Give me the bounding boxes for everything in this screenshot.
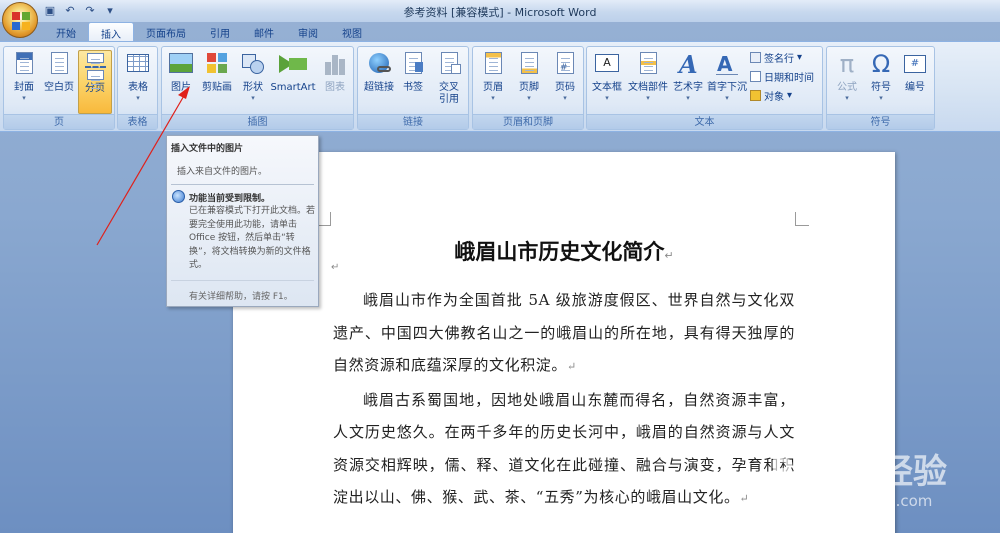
- chevron-down-icon: ▾: [605, 94, 609, 102]
- tab-references[interactable]: 引用: [198, 22, 242, 42]
- drop-cap-icon: A: [713, 50, 741, 80]
- page-number-icon: #: [551, 50, 579, 80]
- wordart-icon: A: [679, 50, 698, 79]
- drop-cap-button[interactable]: A 首字下沉 ▾: [707, 50, 747, 102]
- office-button[interactable]: [2, 2, 38, 38]
- paragraph-mark-icon: ↵: [567, 360, 577, 373]
- symbol-button[interactable]: Ω 符号 ▾: [865, 50, 897, 102]
- chart-button[interactable]: 图表: [320, 50, 350, 94]
- shapes-icon: [239, 50, 267, 80]
- omega-icon: Ω: [871, 50, 891, 78]
- picture-button[interactable]: 图片: [166, 50, 196, 94]
- bookmark-icon: [399, 50, 427, 80]
- clip-art-button[interactable]: 剪贴画: [200, 50, 234, 94]
- group-pages: 封面 ▾ 空白页 分页 页: [3, 46, 115, 130]
- chevron-down-icon: ▾: [787, 90, 793, 101]
- object-icon: [750, 90, 761, 101]
- table-icon: [124, 50, 152, 80]
- pi-icon: π: [839, 50, 855, 78]
- chevron-down-icon: ▾: [527, 94, 531, 102]
- office-logo-icon: [12, 12, 30, 30]
- crop-mark: [795, 212, 809, 226]
- tab-mailings[interactable]: 邮件: [242, 22, 286, 42]
- cover-page-icon: [10, 50, 38, 80]
- object-button[interactable]: 对象 ▾: [750, 88, 792, 103]
- smartart-button[interactable]: SmartArt: [270, 50, 316, 94]
- paragraph[interactable]: 峨眉山市作为全国首批 5A 级旅游度假区、世界自然与文化双遗产、中国四大佛教名山…: [333, 284, 795, 384]
- cross-reference-button[interactable]: 交叉 引用: [432, 50, 466, 106]
- page-break-button[interactable]: 分页: [78, 50, 112, 114]
- page-number-button[interactable]: # 页码 ▾: [549, 50, 581, 102]
- paragraph-mark-icon: ↵: [331, 262, 340, 273]
- tab-home[interactable]: 开始: [44, 22, 88, 42]
- group-tables: 表格 ▾ 表格: [117, 46, 158, 130]
- table-button[interactable]: 表格 ▾: [122, 50, 154, 102]
- chevron-down-icon: ▾: [22, 94, 26, 102]
- footer-button[interactable]: 页脚 ▾: [513, 50, 545, 102]
- smartart-icon: [279, 50, 307, 80]
- crop-mark: [317, 212, 331, 226]
- quick-parts-icon: [634, 50, 662, 80]
- tab-view[interactable]: 视图: [330, 22, 374, 42]
- bookmark-button[interactable]: 书签: [398, 50, 428, 94]
- chevron-down-icon: ▾: [686, 94, 690, 102]
- paragraph-mark-icon: ↵: [739, 492, 750, 505]
- chevron-down-icon: ▾: [797, 52, 803, 63]
- paragraph[interactable]: 峨眉古系蜀国地，因地处峨眉山东麓而得名，自然资源丰富，人文历史悠久。在两千多年的…: [333, 384, 795, 516]
- signature-line-button[interactable]: 签名行 ▾: [750, 50, 802, 65]
- chart-icon: [321, 50, 349, 80]
- window-title: 参考资料 [兼容模式] - Microsoft Word: [403, 6, 597, 19]
- header-icon: [479, 50, 507, 80]
- title-bar: ▣ ↶ ↷ ▾ 参考资料 [兼容模式] - Microsoft Word: [0, 0, 1000, 22]
- equation-button[interactable]: π 公式 ▾: [831, 50, 863, 102]
- calendar-icon: [750, 71, 761, 82]
- footer-icon: [515, 50, 543, 80]
- cross-reference-icon: [435, 50, 463, 80]
- group-symbols: π 公式 ▾ Ω 符号 ▾ # 编号 符号: [826, 46, 935, 130]
- clip-art-icon: [203, 50, 231, 80]
- group-links: 超链接 书签 交叉 引用 链接: [357, 46, 469, 130]
- ribbon: 封面 ▾ 空白页 分页 页 表格 ▾ 表格 图片 剪贴画 形状 ▾ SmartA…: [0, 41, 1000, 132]
- text-box-button[interactable]: A 文本框 ▾: [589, 50, 625, 102]
- chevron-down-icon: ▾: [491, 94, 495, 102]
- info-icon: [172, 190, 185, 203]
- picture-screentip: 插入文件中的图片 插入来自文件的图片。 功能当前受到限制。 已在兼容模式下打开此…: [166, 135, 319, 307]
- globe-link-icon: [365, 50, 393, 80]
- chevron-down-icon: ▾: [136, 94, 140, 102]
- number-icon: #: [901, 50, 929, 80]
- hyperlink-button[interactable]: 超链接: [362, 50, 396, 94]
- blank-page-button[interactable]: 空白页: [42, 50, 76, 94]
- chevron-down-icon: ▾: [563, 94, 567, 102]
- picture-icon: [167, 50, 195, 80]
- chevron-down-icon: ▾: [251, 94, 255, 102]
- group-header-footer: 页眉 ▾ 页脚 ▾ # 页码 ▾ 页眉和页脚: [472, 46, 584, 130]
- chevron-down-icon: ▾: [646, 94, 650, 102]
- watermark: Baidu经验 jingyan.baidu.com: [770, 452, 948, 510]
- text-box-icon: A: [593, 50, 621, 80]
- divider: [171, 280, 314, 281]
- ribbon-tabs: 开始 插入 页面布局 引用 邮件 审阅 视图: [44, 22, 374, 42]
- chevron-down-icon: ▾: [725, 94, 729, 102]
- blank-page-icon: [45, 50, 73, 80]
- tab-insert[interactable]: 插入: [88, 22, 134, 42]
- cover-page-button[interactable]: 封面 ▾: [8, 50, 40, 102]
- shapes-button[interactable]: 形状 ▾: [238, 50, 268, 102]
- document-body[interactable]: 峨眉山市作为全国首批 5A 级旅游度假区、世界自然与文化双遗产、中国四大佛教名山…: [333, 284, 795, 516]
- chevron-down-icon: ▾: [845, 94, 849, 102]
- chevron-down-icon: ▾: [879, 94, 883, 102]
- tab-review[interactable]: 审阅: [286, 22, 330, 42]
- signature-icon: [750, 52, 761, 63]
- paragraph-mark-icon: ↵: [664, 249, 674, 262]
- group-illustrations: 图片 剪贴画 形状 ▾ SmartArt 图表 插图: [161, 46, 354, 130]
- wordart-button[interactable]: A 艺术字 ▾: [671, 50, 705, 102]
- header-button[interactable]: 页眉 ▾: [477, 50, 509, 102]
- date-time-button[interactable]: 日期和时间: [750, 69, 814, 84]
- quick-parts-button[interactable]: 文档部件 ▾: [627, 50, 669, 102]
- page-break-icon: [81, 51, 109, 81]
- divider: [171, 184, 314, 185]
- number-button[interactable]: # 编号: [899, 50, 931, 94]
- tab-page-layout[interactable]: 页面布局: [134, 22, 198, 42]
